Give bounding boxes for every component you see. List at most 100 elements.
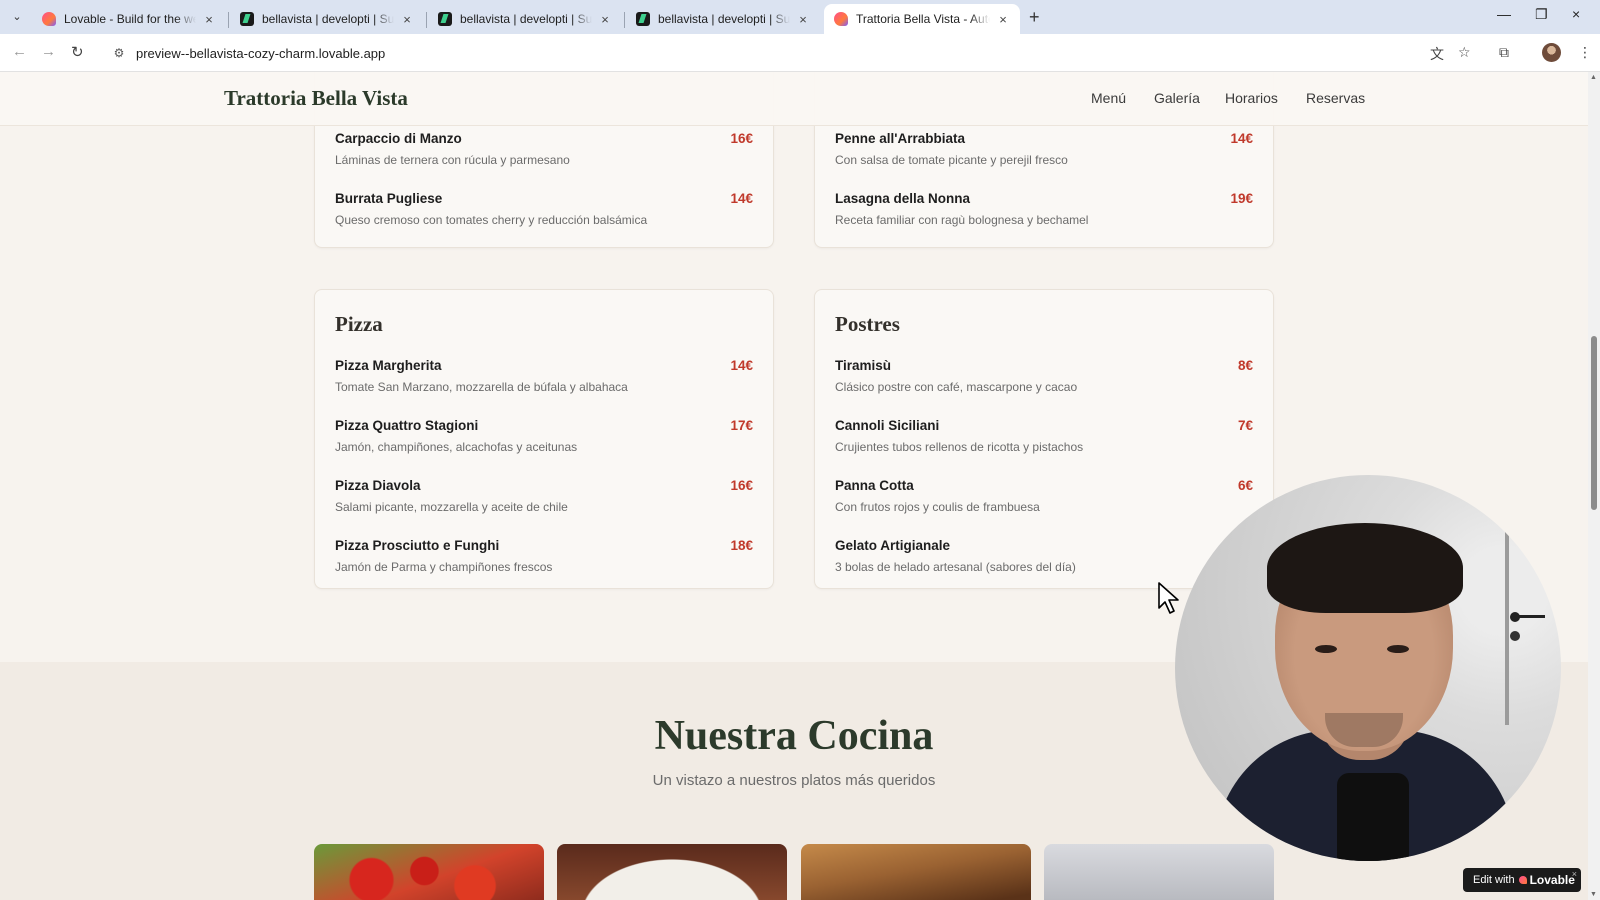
tab-title: Trattoria Bella Vista - Auténtica [856, 12, 990, 26]
restore-icon[interactable]: ❐ [1535, 6, 1548, 23]
presenter-hair [1267, 523, 1463, 613]
scroll-down-arrow-icon[interactable]: ▼ [1590, 891, 1597, 898]
extensions-puzzle-icon[interactable]: ⧉ [1499, 44, 1509, 61]
lovable-heart-icon [1518, 876, 1527, 884]
edit-with-lovable-badge[interactable]: Edit with Lovable × [1463, 868, 1581, 892]
menu-item-name: Tiramisù [835, 358, 892, 373]
browser-tab-supabase-1[interactable]: bellavista | developti | Supabase × [230, 4, 424, 34]
menu-item-name: Burrata Pugliese [335, 191, 443, 206]
browser-tab-supabase-3[interactable]: bellavista | developti | Supabase × [626, 4, 820, 34]
menu-item-name: Pizza Quattro Stagioni [335, 418, 479, 433]
presenter-eye [1315, 645, 1337, 653]
gallery-photo-tomatoes[interactable] [314, 844, 544, 900]
menu-item: Cannoli Siciliani Crujientes tubos relle… [835, 418, 1253, 466]
supabase-favicon-icon [636, 12, 650, 26]
scrollbar-thumb[interactable] [1591, 336, 1597, 510]
mouse-cursor-icon [1158, 582, 1179, 614]
menu-item-name: Lasagna della Nonna [835, 191, 971, 206]
menu-item: Pizza Diavola Salami picante, mozzarella… [335, 478, 753, 526]
menu-item-price: 6€ [1237, 478, 1253, 493]
webcam-background-door [1505, 505, 1509, 725]
menu-item-desc: Jamón de Parma y champiñones frescos [335, 560, 553, 574]
nav-link-menu[interactable]: Menú [1091, 90, 1126, 106]
browser-tab-supabase-2[interactable]: bellavista | developti | Supabase × [428, 4, 622, 34]
menu-item-name: Panna Cotta [835, 478, 914, 493]
menu-item-price: 17€ [730, 418, 753, 433]
menu-item: Carpaccio di Manzo Láminas de ternera co… [335, 131, 753, 179]
menu-item: Pizza Quattro Stagioni Jamón, champiñone… [335, 418, 753, 466]
tab-close-icon[interactable]: × [996, 12, 1010, 27]
menu-item-desc: Clásico postre con café, mascarpone y ca… [835, 380, 1078, 394]
menu-item: Penne all'Arrabbiata Con salsa de tomate… [835, 131, 1253, 179]
badge-brand: Lovable [1529, 873, 1575, 887]
browser-tab-strip: ⌄ Lovable - Build for the web 20x faster… [0, 0, 1600, 34]
bookmark-star-icon[interactable]: ☆ [1458, 44, 1471, 61]
window-close-icon[interactable]: × [1572, 6, 1580, 22]
menu-item-name: Gelato Artigianale [835, 538, 951, 553]
new-tab-plus-icon[interactable]: + [1029, 7, 1040, 28]
badge-close-icon[interactable]: × [1572, 869, 1577, 879]
supabase-favicon-icon [438, 12, 452, 26]
tab-separator [228, 12, 229, 28]
webcam-overlay [1175, 475, 1561, 861]
nav-link-galeria[interactable]: Galería [1154, 90, 1200, 106]
nav-link-reservas[interactable]: Reservas [1306, 90, 1365, 106]
menu-item: Tiramisù Clásico postre con café, mascar… [835, 358, 1253, 406]
menu-item-desc: Láminas de ternera con rúcula y parmesan… [335, 153, 570, 167]
forward-arrow-icon[interactable]: → [41, 43, 56, 60]
badge-prefix: Edit with [1473, 874, 1515, 886]
menu-item-name: Pizza Prosciutto e Funghi [335, 538, 500, 553]
menu-item-name: Penne all'Arrabbiata [835, 131, 966, 146]
profile-avatar[interactable] [1542, 43, 1561, 62]
menu-item: Pizza Margherita Tomate San Marzano, moz… [335, 358, 753, 406]
back-arrow-icon[interactable]: ← [12, 43, 27, 60]
minimize-icon[interactable]: — [1497, 6, 1511, 22]
tab-close-icon[interactable]: × [796, 12, 810, 27]
menu-item-price: 7€ [1237, 418, 1253, 433]
menu-item: Pizza Prosciutto e Funghi Jamón de Parma… [335, 538, 753, 586]
menu-item-desc: Queso cremoso con tomates cherry y reduc… [335, 213, 648, 227]
gallery-photo-wood[interactable] [801, 844, 1031, 900]
gallery-photo-plate[interactable] [557, 844, 787, 900]
lovable-favicon-icon [834, 12, 848, 26]
menu-item-desc: 3 bolas de helado artesanal (sabores del… [835, 560, 1076, 574]
menu-item: Lasagna della Nonna Receta familiar con … [835, 191, 1253, 239]
menu-card-pizza: Pizza Pizza Margherita Tomate San Marzan… [314, 289, 774, 589]
card-title: Pizza [335, 312, 383, 336]
tab-close-icon[interactable]: × [598, 12, 612, 27]
reload-icon[interactable]: ↻ [71, 43, 84, 61]
browser-tab-trattoria-active[interactable]: Trattoria Bella Vista - Auténtica × [824, 4, 1020, 34]
site-settings-icon[interactable]: ⚙ [108, 46, 130, 60]
browser-menu-kebab-icon[interactable]: ⋮ [1578, 44, 1592, 61]
address-bar[interactable]: ⚙ preview--bellavista-cozy-charm.lovable… [104, 39, 1484, 67]
lovable-favicon-icon [42, 12, 56, 26]
menu-item-desc: Crujientes tubos rellenos de ricotta y p… [835, 440, 1084, 454]
tab-title: bellavista | developti | Supabase [460, 12, 592, 26]
tab-separator [624, 12, 625, 28]
menu-item: Panna Cotta Con frutos rojos y coulis de… [835, 478, 1253, 526]
tab-close-icon[interactable]: × [400, 12, 414, 27]
menu-item-price: 16€ [730, 131, 753, 146]
translate-icon[interactable]: 文 [1430, 44, 1444, 64]
nav-link-horarios[interactable]: Horarios [1225, 90, 1278, 106]
browser-toolbar: ← → ↻ ⚙ preview--bellavista-cozy-charm.l… [0, 34, 1600, 72]
url-text[interactable]: preview--bellavista-cozy-charm.lovable.a… [136, 46, 385, 61]
tab-title: Lovable - Build for the web 20x faster [64, 12, 196, 26]
menu-item-name: Cannoli Siciliani [835, 418, 940, 433]
tab-search-chevron-icon[interactable]: ⌄ [8, 8, 26, 26]
browser-tab-lovable[interactable]: Lovable - Build for the web 20x faster × [32, 4, 226, 34]
tab-title: bellavista | developti | Supabase [262, 12, 394, 26]
scroll-up-arrow-icon[interactable]: ▲ [1590, 74, 1597, 81]
site-logo[interactable]: Trattoria Bella Vista [224, 86, 408, 111]
site-header: Trattoria Bella Vista Menú Galería Horar… [0, 72, 1588, 126]
menu-item-name: Carpaccio di Manzo [335, 131, 462, 146]
supabase-favicon-icon [240, 12, 254, 26]
menu-item-price: 16€ [730, 478, 753, 493]
tab-close-icon[interactable]: × [202, 12, 216, 27]
menu-item-price: 18€ [730, 538, 753, 553]
menu-item: Gelato Artigianale 3 bolas de helado art… [835, 538, 1253, 586]
tab-title: bellavista | developti | Supabase [658, 12, 790, 26]
page-scrollbar[interactable]: ▲ ▼ [1588, 72, 1600, 900]
presenter-eye [1387, 645, 1409, 653]
menu-item-desc: Con frutos rojos y coulis de frambuesa [835, 500, 1040, 514]
